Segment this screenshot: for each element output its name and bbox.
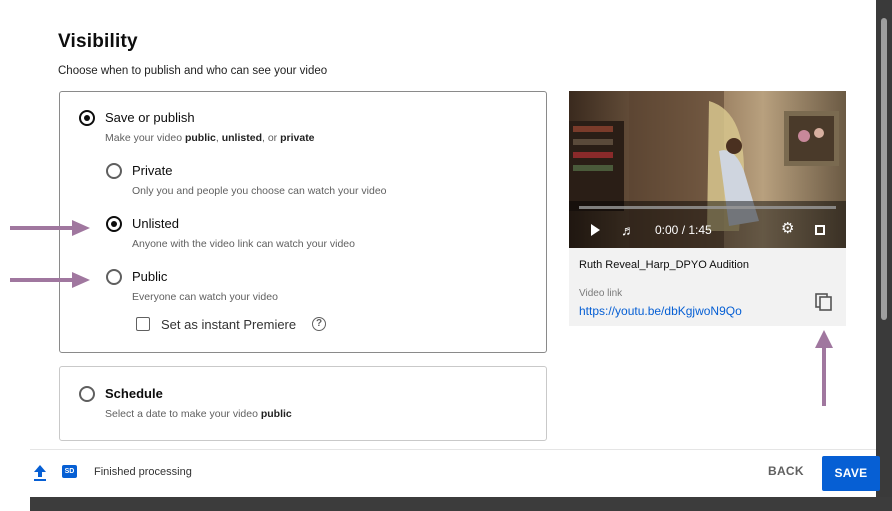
schedule-card [59, 366, 547, 441]
save-or-publish-description: Make your video public, unlisted, or pri… [105, 132, 315, 144]
scrollbar-thumb[interactable] [881, 18, 887, 320]
play-icon[interactable] [591, 224, 600, 236]
settings-gear-icon[interactable]: ⚙ [781, 221, 794, 237]
private-label: Private [132, 163, 173, 178]
video-link[interactable]: https://youtu.be/dbKgjwoN9Qo [579, 304, 742, 318]
page-subtitle: Choose when to publish and who can see y… [58, 65, 328, 77]
video-link-label: Video link [579, 288, 623, 299]
unlisted-radio[interactable] [106, 216, 122, 232]
unlisted-description: Anyone with the video link can watch you… [132, 238, 355, 250]
public-radio[interactable] [106, 269, 122, 285]
back-button[interactable]: BACK [768, 464, 804, 478]
upload-icon[interactable] [32, 464, 48, 482]
save-or-publish-radio[interactable] [79, 110, 95, 126]
footer-divider [30, 449, 876, 450]
processing-status: Finished processing [94, 466, 192, 478]
fullscreen-icon[interactable] [815, 225, 825, 235]
volume-icon[interactable]: ♬ [621, 222, 635, 238]
video-title: Ruth Reveal_Harp_DPYO Audition [579, 259, 749, 271]
private-description: Only you and people you choose can watch… [132, 185, 387, 197]
visibility-dialog: Visibility Choose when to publish and wh… [0, 0, 880, 497]
sd-badge-icon[interactable]: SD [62, 465, 77, 478]
save-or-publish-label: Save or publish [105, 110, 195, 125]
instant-premiere-label: Set as instant Premiere [161, 317, 297, 332]
background-overlay-bottom [30, 497, 892, 511]
schedule-radio[interactable] [79, 386, 95, 402]
unlisted-label: Unlisted [132, 216, 179, 231]
schedule-description: Select a date to make your video public [105, 408, 292, 420]
video-preview[interactable]: ♬ 0:00 / 1:45 ⚙ [569, 91, 846, 248]
instant-premiere-checkbox[interactable] [136, 317, 150, 331]
help-circle-icon[interactable]: ? [312, 317, 326, 331]
schedule-label: Schedule [105, 386, 163, 401]
video-time: 0:00 / 1:45 [655, 223, 712, 237]
save-button[interactable]: SAVE [822, 456, 880, 491]
annotation-arrow-copy [815, 330, 833, 406]
page-title: Visibility [58, 31, 138, 52]
public-label: Public [132, 269, 168, 284]
copy-icon[interactable] [814, 292, 834, 312]
annotation-arrow-unlisted [10, 220, 90, 236]
public-description: Everyone can watch your video [132, 291, 278, 303]
private-radio[interactable] [106, 163, 122, 179]
annotation-arrow-public [10, 272, 90, 288]
